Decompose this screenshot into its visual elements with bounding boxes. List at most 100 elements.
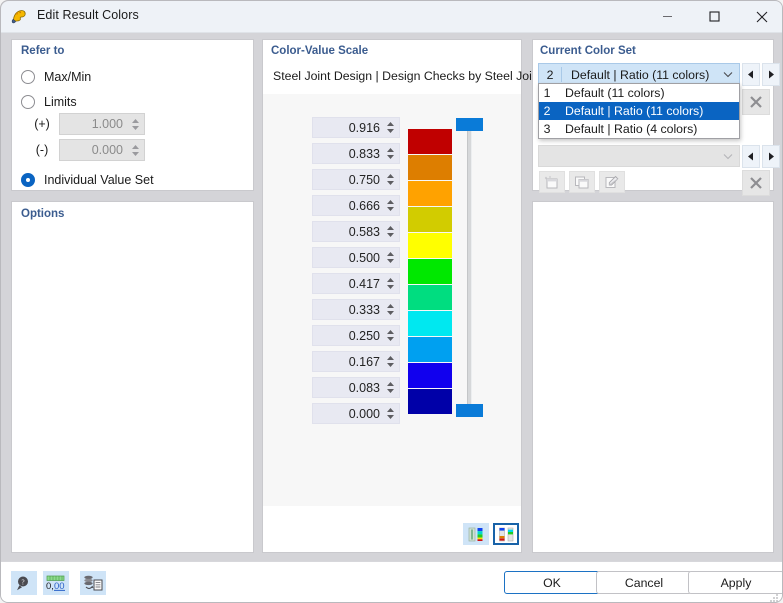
value-set-prev-button[interactable]: [742, 145, 760, 168]
value-field-stepper-9[interactable]: [385, 352, 399, 371]
value-field-stepper-11[interactable]: [385, 404, 399, 423]
maximize-button[interactable]: [691, 1, 738, 32]
color-swatch-10[interactable]: [408, 389, 452, 414]
slider-handle-bottom[interactable]: [456, 404, 483, 417]
color-set-option-1[interactable]: 1 Default (11 colors): [539, 84, 739, 102]
color-set-option-index-1: 1: [543, 86, 551, 100]
svg-text:?: ?: [21, 578, 24, 586]
edit-value-set-button[interactable]: [599, 171, 625, 193]
color-swatch-3[interactable]: [408, 207, 452, 232]
value-field-0[interactable]: 0.916: [312, 117, 400, 138]
color-swatch-5[interactable]: [408, 259, 452, 284]
color-set-option-3[interactable]: 3 Default | Ratio (4 colors): [539, 120, 739, 138]
color-set-option-label-2: Default | Ratio (11 colors): [565, 104, 704, 118]
close-button[interactable]: [738, 1, 782, 32]
color-set-label: Default | Ratio (11 colors): [571, 67, 710, 82]
radio-max-min[interactable]: Max/Min: [21, 70, 91, 84]
decimal-places-button[interactable]: 0, 00: [43, 571, 69, 595]
color-set-option-index-3: 3: [543, 122, 551, 136]
color-set-preview-panel: [532, 201, 774, 553]
ok-button[interactable]: OK: [504, 571, 600, 594]
color-swatch-4[interactable]: [408, 233, 452, 258]
value-field-7[interactable]: 0.333: [312, 299, 400, 320]
value-field-text-6: 0.417: [348, 276, 380, 291]
color-swatch-8[interactable]: [408, 337, 452, 362]
color-set-option-2[interactable]: 2 Default | Ratio (11 colors): [539, 102, 739, 120]
value-field-stepper-0[interactable]: [385, 118, 399, 137]
value-field-1[interactable]: 0.833: [312, 143, 400, 164]
options-title: Options: [21, 208, 65, 220]
radio-max-min-indicator: [21, 70, 35, 84]
value-field-stepper-3[interactable]: [385, 196, 399, 215]
value-field-8[interactable]: 0.250: [312, 325, 400, 346]
refer-to-title: Refer to: [21, 45, 65, 57]
value-field-4[interactable]: 0.583: [312, 221, 400, 242]
value-field-stepper-6[interactable]: [385, 274, 399, 293]
value-field-text-4: 0.583: [348, 224, 380, 239]
color-set-prev-button[interactable]: [742, 63, 760, 86]
value-field-text-0: 0.916: [348, 120, 380, 135]
stepped-scale-button[interactable]: [493, 523, 519, 545]
palette-icon: [10, 8, 28, 26]
value-field-10[interactable]: 0.083: [312, 377, 400, 398]
value-field-6[interactable]: 0.417: [312, 273, 400, 294]
value-field-stepper-2[interactable]: [385, 170, 399, 189]
window-title: Edit Result Colors: [37, 8, 139, 22]
limit-plus-stepper[interactable]: [129, 114, 144, 134]
color-swatch-1[interactable]: [408, 155, 452, 180]
color-set-next-button[interactable]: [762, 63, 780, 86]
radio-individual-value-set-label: Individual Value Set: [44, 173, 154, 187]
limit-minus-stepper[interactable]: [129, 140, 144, 160]
new-value-set-button[interactable]: [539, 171, 565, 193]
value-field-text-11: 0.000: [348, 406, 380, 421]
value-field-text-8: 0.250: [348, 328, 380, 343]
color-value-scale-title: Color-Value Scale: [271, 45, 369, 57]
value-field-text-9: 0.167: [348, 354, 380, 369]
value-set-combobox[interactable]: [538, 145, 740, 167]
limit-minus-row: (-) 0.000: [25, 139, 145, 161]
value-field-5[interactable]: 0.500: [312, 247, 400, 268]
title-bar: Edit Result Colors: [1, 1, 782, 33]
cancel-button[interactable]: Cancel: [596, 571, 692, 594]
value-field-3[interactable]: 0.666: [312, 195, 400, 216]
value-field-stepper-10[interactable]: [385, 378, 399, 397]
color-value-scale-caption: Steel Joint Design | Design Checks by St…: [273, 69, 549, 83]
value-field-stepper-8[interactable]: [385, 326, 399, 345]
limit-plus-row: (+) 1.000: [25, 113, 145, 135]
chevron-down-icon-disabled: [717, 153, 739, 160]
export-data-button[interactable]: [80, 571, 106, 595]
minimize-button[interactable]: [644, 1, 691, 32]
color-set-delete-button[interactable]: [742, 89, 770, 115]
slider-handle-top[interactable]: [456, 118, 483, 131]
radio-individual-value-set-indicator: [21, 173, 35, 187]
value-field-2[interactable]: 0.750: [312, 169, 400, 190]
color-swatch-0[interactable]: [408, 129, 452, 154]
value-set-next-button[interactable]: [762, 145, 780, 168]
color-set-option-label-3: Default | Ratio (4 colors): [565, 122, 698, 136]
help-search-button[interactable]: ?: [11, 571, 37, 595]
value-set-delete-button[interactable]: [742, 170, 770, 196]
value-field-stepper-7[interactable]: [385, 300, 399, 319]
value-field-stepper-1[interactable]: [385, 144, 399, 163]
value-field-stepper-4[interactable]: [385, 222, 399, 241]
color-swatch-7[interactable]: [408, 311, 452, 336]
limit-plus-input[interactable]: 1.000: [59, 113, 145, 135]
color-swatch-9[interactable]: [408, 363, 452, 388]
color-swatch-2[interactable]: [408, 181, 452, 206]
continuous-scale-button[interactable]: [463, 523, 489, 545]
value-field-stepper-5[interactable]: [385, 248, 399, 267]
value-field-11[interactable]: 0.000: [312, 403, 400, 424]
value-field-9[interactable]: 0.167: [312, 351, 400, 372]
value-field-text-10: 0.083: [348, 380, 380, 395]
color-swatch-6[interactable]: [408, 285, 452, 310]
limit-minus-input[interactable]: 0.000: [59, 139, 145, 161]
radio-individual-value-set[interactable]: Individual Value Set: [21, 173, 154, 187]
radio-max-min-label: Max/Min: [44, 70, 92, 84]
resize-grip[interactable]: [769, 590, 779, 602]
radio-limits[interactable]: Limits: [21, 95, 77, 109]
scale-slider-track[interactable]: [467, 127, 472, 414]
color-set-option-label-1: Default (11 colors): [565, 86, 665, 100]
color-set-dropdown-list[interactable]: 1 Default (11 colors) 2 Default | Ratio (11…: [538, 83, 740, 139]
chevron-down-icon: [717, 71, 739, 78]
copy-value-set-button[interactable]: [569, 171, 595, 193]
